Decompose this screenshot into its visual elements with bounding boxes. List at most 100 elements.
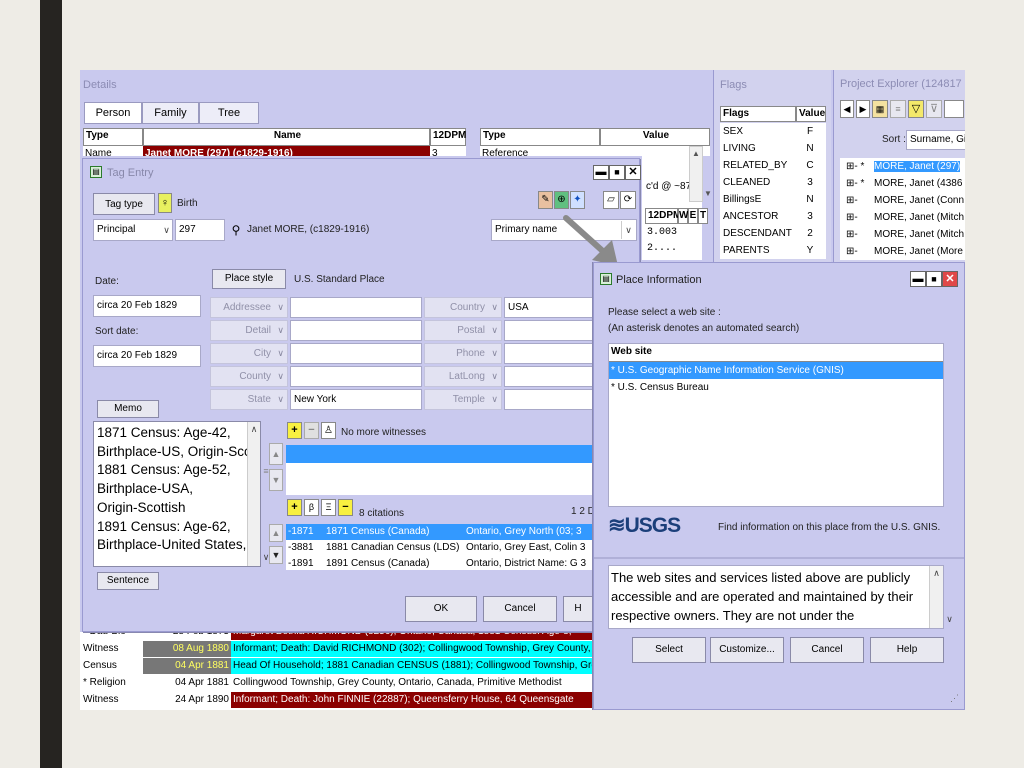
memo-scrollbar[interactable]: ∧ ≡ ∨: [247, 422, 269, 566]
latlong-label[interactable]: LatLong: [424, 366, 502, 387]
flag-row[interactable]: DESCENDANT 2: [720, 225, 826, 242]
flag-row[interactable]: PARENTS Y: [720, 242, 826, 259]
detail-label[interactable]: Detail: [210, 320, 288, 341]
filter-edit-icon[interactable]: ≡: [890, 100, 906, 118]
city-label[interactable]: City: [210, 343, 288, 364]
flag-row[interactable]: LIVING N: [720, 140, 826, 157]
book-icon[interactable]: ✎: [538, 191, 553, 209]
facts-scrollbar[interactable]: ▲ ▼: [689, 146, 712, 202]
grid-row-name[interactable]: Janet MORE (297) (c1829-1916): [143, 146, 430, 156]
phone-input[interactable]: [504, 343, 594, 364]
witness-person-icon[interactable]: ♙: [321, 422, 336, 439]
tab-person[interactable]: Person: [84, 102, 142, 124]
person-id-input[interactable]: 297: [175, 219, 225, 241]
sort-select[interactable]: Surname, Give: [906, 130, 965, 150]
grid-header-type[interactable]: Type: [83, 128, 143, 146]
temple-label[interactable]: Temple: [424, 389, 502, 410]
sentence-button[interactable]: Sentence: [97, 572, 159, 590]
ok-button[interactable]: OK: [405, 596, 477, 622]
compass-icon[interactable]: ✦: [570, 191, 585, 209]
website-row[interactable]: * U.S. Geographic Name Information Servi…: [609, 362, 943, 379]
tree-expand-icon[interactable]: ⊞-: [840, 209, 874, 226]
explorer-tree-row[interactable]: ⊞- MORE, Janet (Mitch: [840, 226, 965, 243]
flag-row[interactable]: BillingsE N: [720, 191, 826, 208]
website-list-header[interactable]: Web site: [609, 344, 943, 362]
citation-up-icon[interactable]: ▲: [269, 524, 283, 542]
resize-grip-icon[interactable]: ⋰: [950, 693, 959, 704]
place-cancel-button[interactable]: Cancel: [790, 637, 864, 663]
help-button-partial[interactable]: H: [563, 596, 593, 622]
memo-button[interactable]: Memo: [97, 400, 159, 418]
nav-forward-icon[interactable]: ▶: [856, 100, 870, 118]
state-input[interactable]: New York: [290, 389, 422, 410]
role-dropdown-icon[interactable]: ∨: [161, 221, 172, 239]
family-view-icon[interactable]: ▦: [872, 100, 888, 118]
witness-list-selected-row[interactable]: [286, 445, 596, 463]
partial-header-w[interactable]: W: [678, 208, 688, 224]
partial-header-12dpm[interactable]: 12DPM: [645, 208, 681, 224]
grid-row-type[interactable]: Name: [83, 146, 143, 156]
explorer-tree-row[interactable]: ⊞- * MORE, Janet (297): [840, 158, 965, 175]
select-button[interactable]: Select: [632, 637, 706, 663]
refresh-icon[interactable]: ⟳: [620, 191, 636, 209]
place-help-button[interactable]: Help: [870, 637, 944, 663]
close-icon[interactable]: ✕: [625, 165, 641, 180]
flag-row[interactable]: CLEANED 3: [720, 174, 826, 191]
citation-row[interactable]: -1871 1871 Census (Canada) Ontario, Grey N…: [286, 524, 596, 540]
citation-row[interactable]: -3881 1881 Canadian Census (LDS) Ontario, …: [286, 540, 596, 556]
flags-col-flags[interactable]: Flags: [720, 106, 796, 122]
lightbulb-icon[interactable]: ♀: [158, 193, 172, 213]
state-label[interactable]: State: [210, 389, 288, 410]
explorer-tree-row[interactable]: ⊞- MORE, Janet (Mitch: [840, 209, 965, 226]
facts-header-value[interactable]: Value: [600, 128, 710, 146]
place-minimize-icon[interactable]: ▬: [910, 271, 926, 287]
place-close-icon[interactable]: ✕: [942, 271, 958, 287]
date-input[interactable]: circa 20 Feb 1829: [93, 295, 201, 317]
tree-expand-icon[interactable]: ⊞-: [840, 243, 874, 260]
scroll-up-icon[interactable]: ▲: [690, 147, 702, 161]
flag-row[interactable]: ANCESTOR 3: [720, 208, 826, 225]
nav-back-icon[interactable]: ◀: [840, 100, 854, 118]
witness-list[interactable]: [286, 463, 596, 495]
maximize-icon[interactable]: ■: [609, 165, 625, 180]
add-witness-icon[interactable]: +: [287, 422, 302, 439]
add-citation-icon[interactable]: +: [287, 499, 302, 516]
cancel-button[interactable]: Cancel: [483, 596, 557, 622]
customize-button[interactable]: Customize...: [710, 637, 784, 663]
globe-icon[interactable]: ⊕: [554, 191, 569, 209]
memo-textarea[interactable]: 1871 Census: Age-42, Birthplace-US, Orig…: [93, 421, 261, 567]
postal-label[interactable]: Postal: [424, 320, 502, 341]
clear-filter-icon[interactable]: ⊽: [926, 100, 942, 118]
tree-expand-icon[interactable]: ⊞- *: [840, 175, 874, 192]
move-down-icon[interactable]: ▼: [269, 469, 283, 491]
remove-citation-icon[interactable]: −: [338, 499, 353, 516]
place-style-button[interactable]: Place style: [212, 269, 286, 289]
remove-witness-icon[interactable]: −: [304, 422, 319, 439]
county-input[interactable]: [290, 366, 422, 387]
tree-expand-icon[interactable]: ⊞-: [840, 192, 874, 209]
grid-row-12dpm[interactable]: 3: [430, 146, 466, 156]
explorer-search-input[interactable]: [944, 100, 964, 118]
memo-scroll-up-icon[interactable]: ∧: [248, 422, 260, 436]
detail-input[interactable]: [290, 320, 422, 341]
citation-down-icon[interactable]: ▼: [269, 546, 283, 564]
temple-input[interactable]: [504, 389, 594, 410]
country-label[interactable]: Country: [424, 297, 502, 318]
county-label[interactable]: County: [210, 366, 288, 387]
phone-label[interactable]: Phone: [424, 343, 502, 364]
facts-row-type[interactable]: Reference: [480, 146, 710, 156]
explorer-tree-row[interactable]: ⊞- * MORE, Janet (4386: [840, 175, 965, 192]
tree-expand-icon[interactable]: ⊞-: [840, 226, 874, 243]
flag-row[interactable]: RELATED_BY C: [720, 157, 826, 174]
addressee-label[interactable]: Addressee: [210, 297, 288, 318]
citation-copy-icon[interactable]: Ξ: [321, 499, 336, 516]
place-maximize-icon[interactable]: ■: [926, 271, 942, 287]
addressee-input[interactable]: [290, 297, 422, 318]
tab-tree[interactable]: Tree: [199, 102, 259, 124]
event-row[interactable]: Witness 08 Aug 1880 Informant; Death: Davi…: [80, 641, 595, 657]
citation-row[interactable]: -1891 1891 Census (Canada) Ontario, Distri…: [286, 556, 596, 570]
tab-family[interactable]: Family: [142, 102, 199, 124]
flags-col-value[interactable]: Value: [796, 106, 826, 122]
note-icon[interactable]: ▱: [603, 191, 619, 209]
citation-edit-icon[interactable]: β: [304, 499, 319, 516]
